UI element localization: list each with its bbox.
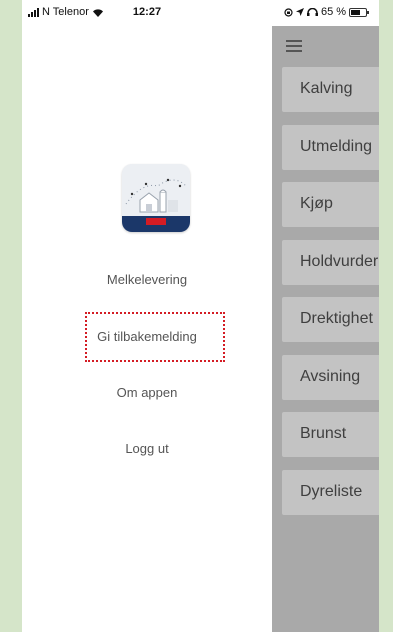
menu-item-gi-tilbakemelding[interactable]: Gi tilbakemelding xyxy=(22,329,272,344)
card-kalving[interactable]: Kalving xyxy=(282,67,379,112)
card-label: Holdvurdering xyxy=(300,253,379,270)
hamburger-menu-icon[interactable] xyxy=(286,40,302,52)
status-bar: N Telenor 12:27 65 % xyxy=(22,0,379,26)
headphones-icon xyxy=(307,8,318,16)
menu-item-om-appen[interactable]: Om appen xyxy=(22,385,272,400)
side-drawer: Melkelevering Gi tilbakemelding Om appen… xyxy=(22,26,272,632)
menu-item-logg-ut[interactable]: Logg ut xyxy=(22,441,272,456)
card-kjop[interactable]: Kjøp xyxy=(282,182,379,227)
card-label: Kalving xyxy=(300,80,353,97)
card-brunst[interactable]: Brunst xyxy=(282,412,379,457)
battery-percent: 65 % xyxy=(321,6,347,18)
card-label: Utmelding xyxy=(300,138,373,155)
card-avsining[interactable]: Avsining xyxy=(282,355,379,400)
card-label: Kjøp xyxy=(300,195,333,212)
menu-item-melkelevering[interactable]: Melkelevering xyxy=(22,272,272,287)
card-utmelding[interactable]: Utmelding xyxy=(282,125,379,170)
card-label: Brunst xyxy=(300,425,347,442)
app-logo xyxy=(122,164,190,232)
status-right: 65 % xyxy=(284,6,370,18)
card-holdvurdering[interactable]: Holdvurdering xyxy=(282,240,379,285)
main-content-dimmed: Kalving Utmelding Kjøp Holdvurdering Dre… xyxy=(272,26,379,632)
status-time: 12:27 xyxy=(132,6,162,18)
location-icon xyxy=(296,8,304,16)
barn-logo-icon xyxy=(122,164,190,232)
card-label: Dyreliste xyxy=(300,483,363,500)
card-label: Drektighet xyxy=(300,310,373,327)
phone-screen: N Telenor 12:27 65 % Melkelevering Gi ti… xyxy=(22,0,379,632)
battery-icon xyxy=(349,7,370,17)
rotation-lock-icon xyxy=(284,7,293,17)
card-drektighet[interactable]: Drektighet xyxy=(282,297,379,342)
card-label: Avsining xyxy=(300,368,361,385)
card-dyreliste[interactable]: Dyreliste xyxy=(282,470,379,515)
